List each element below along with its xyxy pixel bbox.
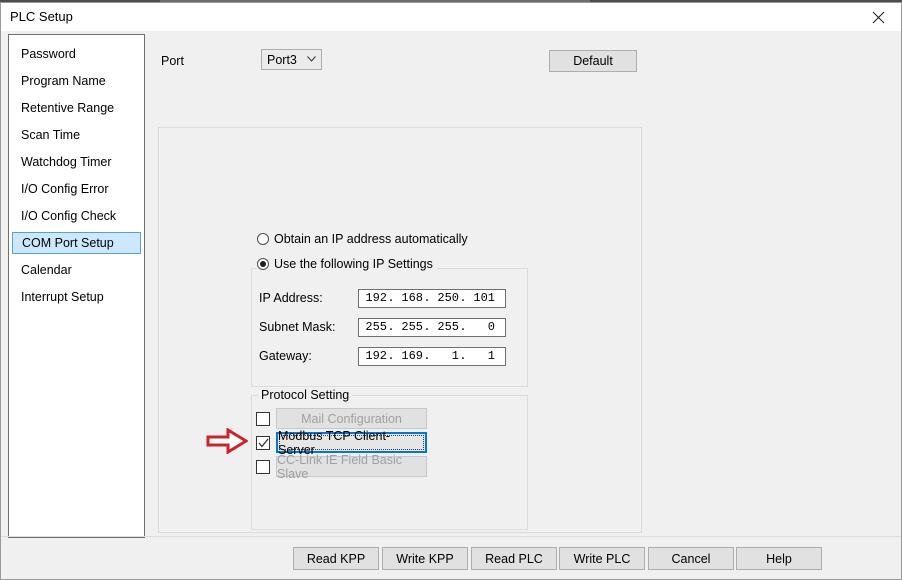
sidebar-item-label: Password xyxy=(21,47,76,61)
footer-divider xyxy=(1,536,901,537)
sidebar-item-label: COM Port Setup xyxy=(22,236,114,250)
ip-octet[interactable]: 255 xyxy=(431,319,459,336)
sidebar-item-label: Retentive Range xyxy=(21,101,115,115)
ip-octet[interactable]: 255 xyxy=(395,319,423,336)
protocol-checkbox-2[interactable] xyxy=(256,459,270,474)
ip-field-input-1[interactable]: 255. 255. 255. 0 xyxy=(358,318,506,337)
window-title: PLC Setup xyxy=(10,9,73,24)
protocol-checkbox-1[interactable] xyxy=(256,435,270,450)
protocol-row-0: Mail Configuration xyxy=(256,408,427,429)
ip-octet[interactable]: 168 xyxy=(395,290,423,307)
sidebar-item-label: I/O Config Error xyxy=(21,182,109,196)
ip-field-input-2[interactable]: 192. 169. 1. 1 xyxy=(358,347,506,366)
octet-separator: . xyxy=(423,349,431,363)
sidebar-category-list[interactable]: Password Program Name Retentive Range Scan … xyxy=(8,34,145,538)
sidebar-item-program-name[interactable]: Program Name xyxy=(12,70,141,92)
radio-use-following-ip-settings[interactable]: Use the following IP Settings xyxy=(257,257,437,271)
close-button[interactable] xyxy=(855,3,901,31)
port-label: Port xyxy=(161,54,184,68)
sidebar-item-interrupt-setup[interactable]: Interrupt Setup xyxy=(12,286,141,308)
octet-separator: . xyxy=(387,349,395,363)
port-dropdown-value: Port3 xyxy=(267,53,297,67)
sidebar-item-label: Watchdog Timer xyxy=(21,155,112,169)
octet-separator: . xyxy=(423,320,431,334)
sidebar-item-retentive-range[interactable]: Retentive Range xyxy=(12,97,141,119)
sidebar-item-calendar[interactable]: Calendar xyxy=(12,259,141,281)
footer-button-write-kpp[interactable]: Write KPP xyxy=(382,547,468,570)
default-button[interactable]: Default xyxy=(549,50,637,72)
protocol-row-1: Modbus TCP Client-Server xyxy=(256,429,427,457)
sidebar-item-scan-time[interactable]: Scan Time xyxy=(12,124,141,146)
footer-button-label: Read PLC xyxy=(485,551,543,566)
footer-button-cancel[interactable]: Cancel xyxy=(648,547,734,570)
ip-octet[interactable]: 192 xyxy=(359,290,387,307)
octet-separator: . xyxy=(387,320,395,334)
octet-separator: . xyxy=(459,349,467,363)
protocol-row-2: CC-Link IE Field Basic Slave xyxy=(256,453,427,481)
footer-button-label: Read KPP xyxy=(306,551,366,566)
sidebar-item-label: Calendar xyxy=(21,263,72,277)
protocol-button-label: Mail Configuration xyxy=(301,411,402,426)
footer-button-write-plc[interactable]: Write PLC xyxy=(559,547,645,570)
close-icon xyxy=(872,11,884,23)
default-button-label: Default xyxy=(573,54,613,68)
sidebar-item-i-o-config-error[interactable]: I/O Config Error xyxy=(12,178,141,200)
ip-octet[interactable]: 192 xyxy=(359,348,387,365)
chevron-down-icon xyxy=(307,56,316,62)
ip-octet[interactable]: 169 xyxy=(395,348,423,365)
footer-button-label: Cancel xyxy=(671,551,711,566)
sidebar-item-com-port-setup[interactable]: COM Port Setup xyxy=(12,232,141,254)
protocol-button-label: CC-Link IE Field Basic Slave xyxy=(277,452,403,481)
right-arrow-icon xyxy=(206,428,248,454)
sidebar-item-label: Interrupt Setup xyxy=(21,290,104,304)
footer-button-read-plc[interactable]: Read PLC xyxy=(471,547,557,570)
octet-separator: . xyxy=(387,291,395,305)
ip-field-label-0: IP Address: xyxy=(259,291,323,305)
octet-separator: . xyxy=(459,320,467,334)
ip-octet[interactable]: 0 xyxy=(467,319,495,336)
footer-button-read-kpp[interactable]: Read KPP xyxy=(293,547,379,570)
port-dropdown[interactable]: Port3 xyxy=(261,49,322,70)
title-bar: PLC Setup xyxy=(1,3,901,31)
footer-button-label: Write PLC xyxy=(573,551,631,566)
octet-separator: . xyxy=(459,291,467,305)
sidebar-item-i-o-config-check[interactable]: I/O Config Check xyxy=(12,205,141,227)
sidebar-item-label: Program Name xyxy=(21,74,106,88)
radio-indicator-static xyxy=(257,258,269,270)
checkmark-icon xyxy=(258,438,269,448)
ip-field-input-0[interactable]: 192. 168. 250. 101 xyxy=(358,289,506,308)
ip-octet[interactable]: 250 xyxy=(431,290,459,307)
protocol-button-0: Mail Configuration xyxy=(276,408,427,429)
ip-octet[interactable]: 1 xyxy=(431,348,459,365)
radio-use-following-ip-settings-label: Use the following IP Settings xyxy=(274,257,433,271)
footer-button-label: Help xyxy=(766,551,792,566)
radio-obtain-ip-automatically-label: Obtain an IP address automatically xyxy=(274,232,468,246)
ip-field-label-2: Gateway: xyxy=(259,349,312,363)
footer-button-label: Write KPP xyxy=(396,551,454,566)
footer-button-help[interactable]: Help xyxy=(736,547,822,570)
protocol-button-1[interactable]: Modbus TCP Client-Server xyxy=(276,429,427,457)
sidebar-item-watchdog-timer[interactable]: Watchdog Timer xyxy=(12,151,141,173)
radio-indicator-auto xyxy=(257,233,269,245)
sidebar-item-label: Scan Time xyxy=(21,128,81,142)
ip-octet[interactable]: 255 xyxy=(359,319,387,336)
octet-separator: . xyxy=(423,291,431,305)
sidebar-item-password[interactable]: Password xyxy=(12,43,141,65)
sidebar-item-label: I/O Config Check xyxy=(21,209,117,223)
ip-octet[interactable]: 101 xyxy=(467,290,495,307)
ip-octet[interactable]: 1 xyxy=(467,348,495,365)
protocol-setting-legend: Protocol Setting xyxy=(258,388,353,402)
radio-obtain-ip-automatically[interactable]: Obtain an IP address automatically xyxy=(257,232,468,246)
protocol-checkbox-0[interactable] xyxy=(256,411,270,426)
ip-field-label-1: Subnet Mask: xyxy=(259,320,336,334)
protocol-button-2: CC-Link IE Field Basic Slave xyxy=(276,453,427,481)
plc-setup-dialog: PLC Setup Password Program Name Retentive … xyxy=(0,2,902,580)
